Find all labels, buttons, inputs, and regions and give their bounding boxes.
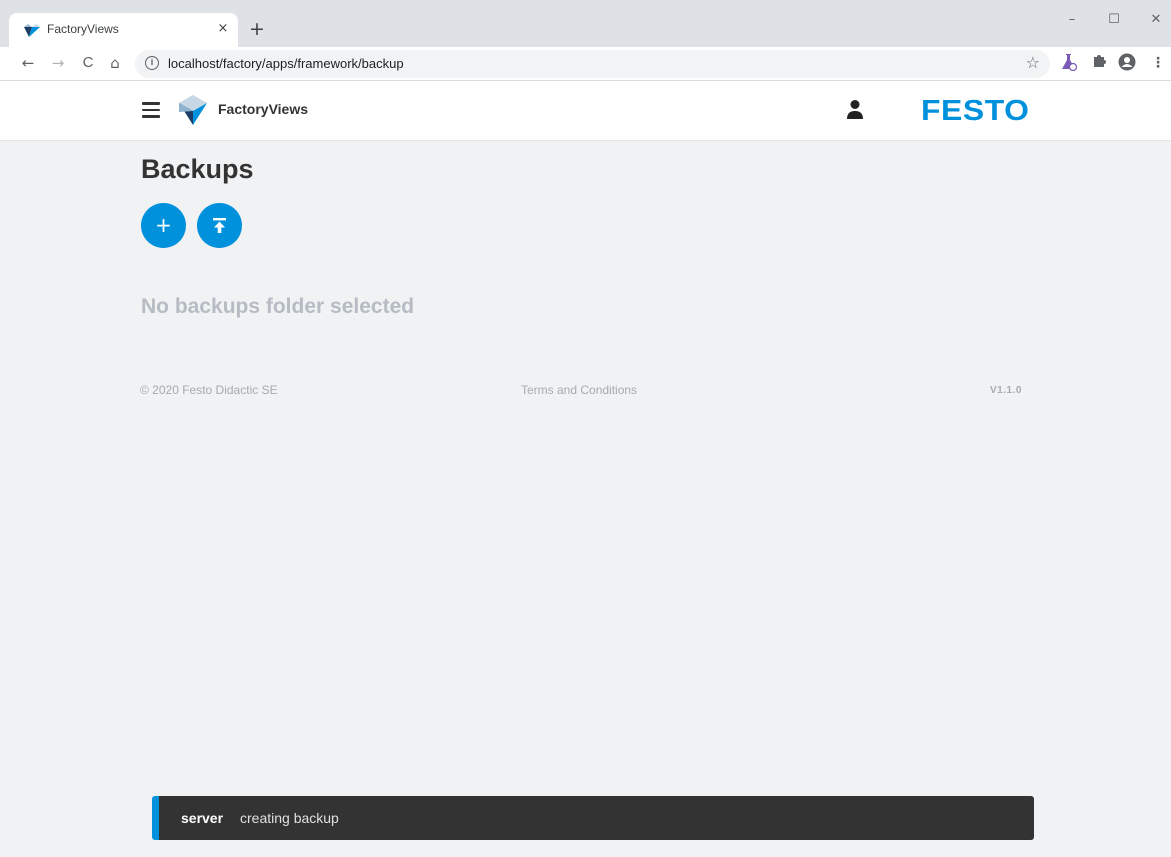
factoryviews-logo-icon (179, 95, 207, 125)
minimize-button[interactable]: – (1057, 8, 1087, 32)
upload-backup-button[interactable] (197, 203, 242, 248)
browser-menu-icon[interactable]: ⋮ (1148, 53, 1168, 73)
address-url[interactable]: localhost/factory/apps/framework/backup (168, 56, 404, 71)
reload-button[interactable]: C (77, 52, 99, 74)
new-tab-button[interactable]: + (247, 19, 267, 39)
festo-brand-logo: FESTO (921, 95, 1030, 127)
lab-flask-extension-icon[interactable] (1059, 53, 1079, 73)
notification-snackbar: server creating backup (152, 796, 1034, 840)
app-header: FactoryViews FESTO (0, 81, 1171, 141)
app-name: FactoryViews (218, 101, 309, 117)
browser-toolbar: ← → C ⌂ i localhost/factory/apps/framewo… (0, 47, 1171, 81)
page-title: Backups (141, 154, 254, 184)
app-version: V1.1.0 (990, 385, 1022, 396)
factoryviews-favicon-icon (24, 24, 40, 37)
user-icon[interactable] (846, 99, 864, 121)
home-button[interactable]: ⌂ (104, 52, 126, 74)
browser-tabstrip: FactoryViews × + – ☐ ✕ (0, 0, 1171, 47)
tab-title: FactoryViews (47, 22, 119, 36)
maximize-button[interactable]: ☐ (1099, 8, 1129, 32)
extensions-puzzle-icon[interactable] (1089, 53, 1109, 73)
site-info-icon[interactable]: i (145, 56, 159, 70)
profile-account-icon[interactable] (1117, 53, 1137, 73)
address-bar[interactable]: i localhost/factory/apps/framework/backu… (135, 50, 1050, 78)
forward-button[interactable]: → (47, 52, 69, 74)
add-backup-button[interactable]: + (141, 203, 186, 248)
upload-icon (213, 218, 226, 233)
hamburger-menu-icon[interactable] (142, 102, 160, 118)
empty-state-message: No backups folder selected (141, 295, 415, 318)
footer-copyright: © 2020 Festo Didactic SE (140, 383, 278, 397)
back-button[interactable]: ← (17, 52, 39, 74)
close-window-button[interactable]: ✕ (1141, 8, 1171, 32)
browser-tab[interactable]: FactoryViews × (9, 13, 238, 47)
tab-close-icon[interactable]: × (214, 20, 232, 38)
bookmark-star-icon[interactable]: ☆ (1026, 53, 1040, 72)
snackbar-message: creating backup (240, 810, 339, 826)
snackbar-source: server (181, 810, 224, 826)
terms-and-conditions-link[interactable]: Terms and Conditions (521, 383, 637, 397)
